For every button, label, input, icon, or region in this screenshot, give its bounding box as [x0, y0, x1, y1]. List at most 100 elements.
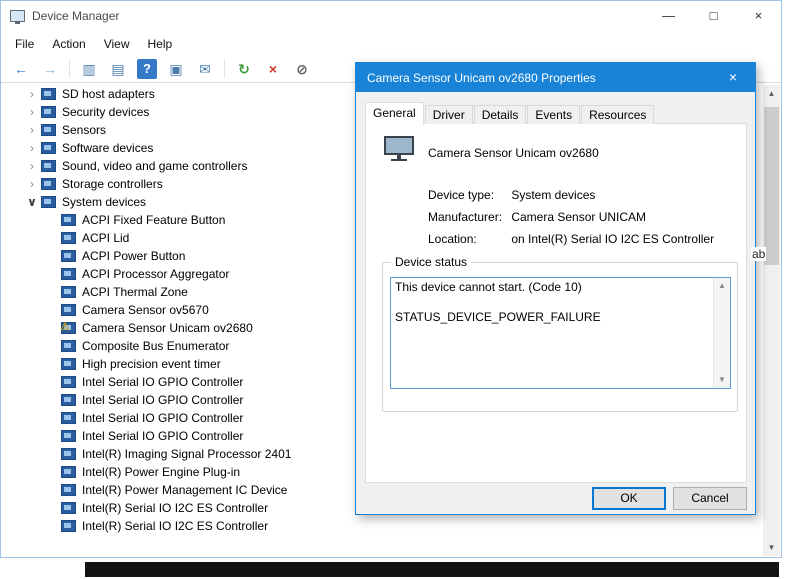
support-info-icon[interactable]: ✉: [195, 59, 215, 79]
field-label: Device type:: [428, 188, 495, 202]
device-status-legend: Device status: [391, 255, 472, 269]
update-driver-icon[interactable]: ↻: [234, 59, 254, 79]
tree-item-label: Sensors: [62, 123, 107, 137]
tab-events[interactable]: Events: [527, 105, 581, 124]
screen: Device Manager — □ × File Action View Help …: [0, 0, 791, 579]
device-icon: [61, 214, 76, 226]
toolbar-separator: [224, 60, 225, 78]
device-monitor-icon: [384, 136, 416, 163]
tree-item-label: ACPI Lid: [82, 231, 130, 245]
chevron-collapsed-icon[interactable]: ›: [25, 141, 39, 155]
security-category-icon: [41, 106, 56, 118]
main-scrollbar[interactable]: ▲ ▼: [763, 85, 780, 556]
device-icon: [61, 412, 76, 424]
device-icon: ⚠: [60, 321, 76, 334]
tree-item-label: Intel(R) Power Management IC Device: [82, 483, 288, 497]
field-value: Camera Sensor UNICAM: [511, 210, 647, 224]
tree-item-label: Composite Bus Enumerator: [82, 339, 230, 353]
dialog-close-button[interactable]: ×: [711, 63, 755, 92]
dialog-tabs: General Driver Details Events Resources: [365, 101, 655, 125]
tree-item-label: ACPI Processor Aggregator: [82, 267, 230, 281]
device-status-textbox[interactable]: This device cannot start. (Code 10) STAT…: [390, 277, 731, 389]
device-icon: [61, 250, 76, 262]
device-status-groupbox: Device status This device cannot start. …: [382, 255, 738, 412]
chevron-collapsed-icon[interactable]: ›: [25, 105, 39, 119]
window-controls: — □ ×: [646, 1, 781, 31]
tree-item-label: High precision event timer: [82, 357, 221, 371]
tab-details[interactable]: Details: [473, 105, 527, 124]
storage-category-icon: [41, 178, 56, 190]
close-button[interactable]: ×: [736, 1, 781, 31]
system-category-icon: [41, 196, 56, 208]
menu-action[interactable]: Action: [43, 34, 94, 54]
sound-category-icon: [41, 160, 56, 172]
tree-item-label: Intel(R) Imaging Signal Processor 2401: [82, 447, 292, 461]
device-icon: [61, 502, 76, 514]
device-icon: [61, 286, 76, 298]
tab-driver[interactable]: Driver: [424, 105, 473, 124]
device-icon: [61, 376, 76, 388]
maximize-button[interactable]: □: [691, 1, 736, 31]
field-value: on Intel(R) Serial IO I2C ES Controller: [511, 232, 715, 246]
dialog-title: Camera Sensor Unicam ov2680 Properties: [367, 70, 596, 85]
tree-item-label: ACPI Power Button: [82, 249, 186, 263]
tree-item-label: Camera Sensor Unicam ov2680: [82, 321, 253, 335]
device-icon: [61, 304, 76, 316]
tree-item[interactable]: Intel(R) Serial IO I2C ES Controller: [1, 517, 763, 535]
properties-icon[interactable]: ▤: [108, 59, 128, 79]
chevron-collapsed-icon[interactable]: ›: [25, 159, 39, 173]
device-icon: [61, 358, 76, 370]
tree-item-label: Software devices: [62, 141, 154, 155]
cancel-button[interactable]: Cancel: [673, 487, 747, 510]
disable-icon[interactable]: ⊘: [292, 59, 312, 79]
help-icon[interactable]: ?: [137, 59, 157, 79]
scroll-down-icon[interactable]: ▼: [714, 372, 730, 388]
menu-file[interactable]: File: [6, 34, 43, 54]
window-titlebar: Device Manager — □ ×: [1, 1, 781, 31]
tree-item-label: Intel(R) Power Engine Plug-in: [82, 465, 241, 479]
uninstall-icon[interactable]: ×: [263, 59, 283, 79]
tree-item-label: Security devices: [62, 105, 150, 119]
device-icon: [61, 394, 76, 406]
minimize-button[interactable]: —: [646, 1, 691, 31]
status-scrollbar[interactable]: ▲ ▼: [713, 278, 730, 388]
status-line: This device cannot start. (Code 10): [395, 280, 582, 294]
device-name: Camera Sensor Unicam ov2680: [428, 146, 599, 160]
scroll-down-icon[interactable]: ▼: [763, 539, 780, 556]
chevron-collapsed-icon[interactable]: ›: [25, 123, 39, 137]
tree-item-label: ACPI Thermal Zone: [82, 285, 188, 299]
tab-general[interactable]: General: [365, 102, 424, 125]
ok-button[interactable]: OK: [592, 487, 666, 510]
scroll-up-icon[interactable]: ▲: [714, 278, 730, 294]
tree-item-label: Storage controllers: [62, 177, 163, 191]
menu-view[interactable]: View: [95, 34, 139, 54]
chevron-collapsed-icon[interactable]: ›: [25, 177, 39, 191]
tree-item-label: Intel Serial IO GPIO Controller: [82, 375, 244, 389]
chevron-collapsed-icon[interactable]: ›: [25, 87, 39, 101]
tree-item-label: Sound, video and game controllers: [62, 159, 248, 173]
show-console-tree-icon[interactable]: ▥: [79, 59, 99, 79]
tab-resources[interactable]: Resources: [581, 105, 655, 124]
devices-by-type-icon[interactable]: ▣: [166, 59, 186, 79]
back-icon[interactable]: ←: [11, 59, 31, 79]
tree-item-label: System devices: [62, 195, 147, 209]
dialog-titlebar: Camera Sensor Unicam ov2680 Properties: [356, 63, 755, 92]
scrollbar-thumb[interactable]: [764, 107, 779, 265]
chevron-expanded-icon[interactable]: ∨: [25, 195, 39, 209]
field-label: Location:: [428, 232, 477, 246]
menu-help[interactable]: Help: [139, 34, 182, 54]
field-row: Manufacturer: Camera Sensor UNICAM: [428, 210, 646, 224]
device-icon: [61, 520, 76, 532]
tree-item-label: Intel(R) Serial IO I2C ES Controller: [82, 501, 269, 515]
toolbar-separator: [69, 60, 70, 78]
forward-icon[interactable]: →: [40, 59, 60, 79]
device-icon: [61, 430, 76, 442]
menu-bar: File Action View Help: [1, 31, 781, 56]
device-icon: [61, 466, 76, 478]
sensors-category-icon: [41, 124, 56, 136]
device-icon: [61, 340, 76, 352]
tree-item-label: SD host adapters: [62, 87, 155, 101]
tree-item-label: ACPI Fixed Feature Button: [82, 213, 226, 227]
field-row: Location: on Intel(R) Serial IO I2C ES C…: [428, 232, 714, 246]
scroll-up-icon[interactable]: ▲: [763, 85, 780, 102]
